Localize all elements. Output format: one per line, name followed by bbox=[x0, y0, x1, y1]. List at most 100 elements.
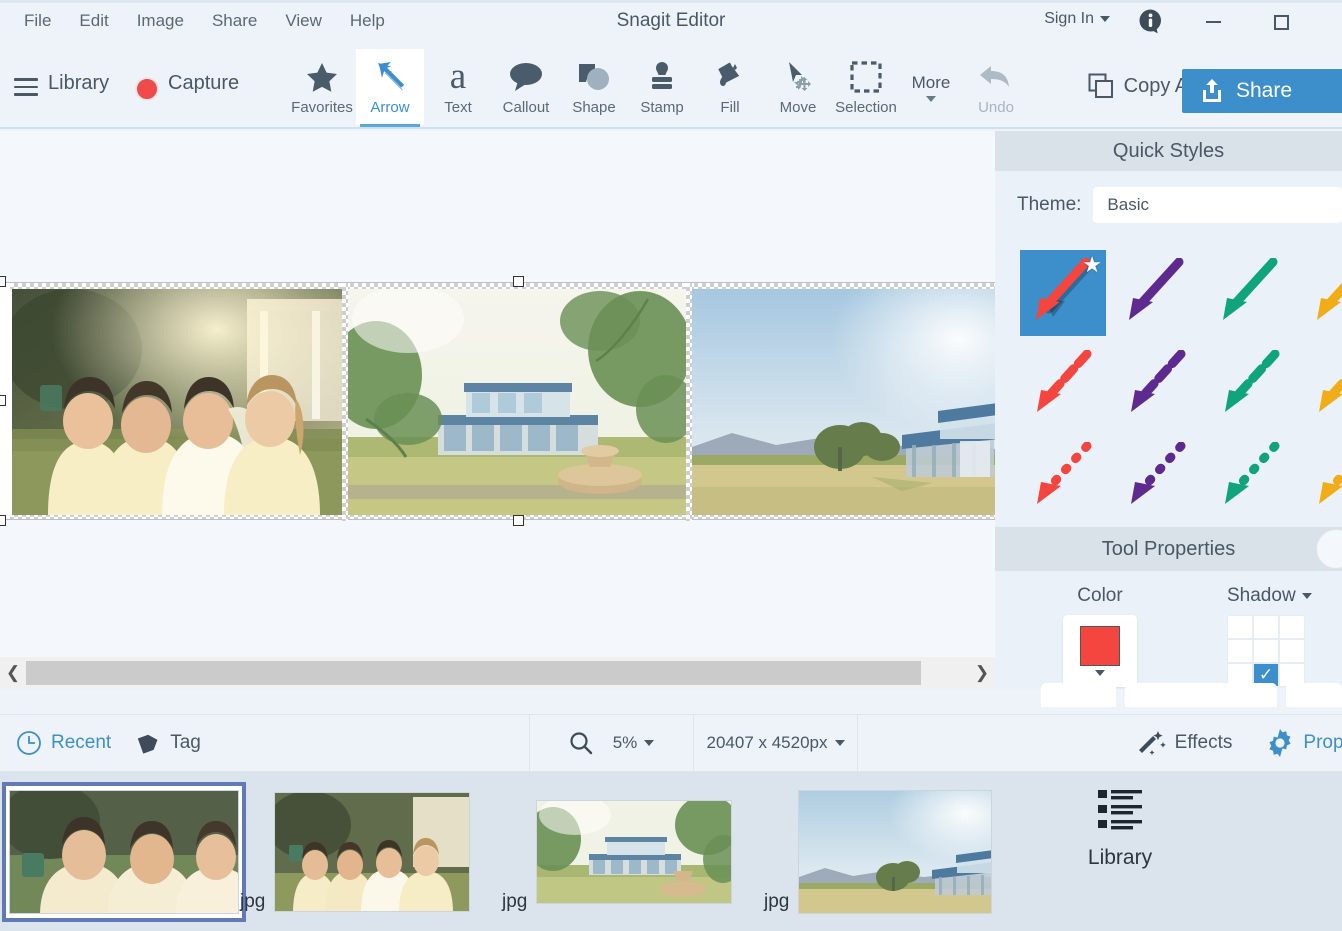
tool-arrow[interactable]: Arrow bbox=[356, 49, 424, 127]
canvas-area[interactable]: ❮ ❯ bbox=[0, 131, 995, 689]
more-tools-button[interactable]: More bbox=[900, 49, 962, 125]
canvas-photo-pavilion bbox=[348, 289, 686, 515]
shadow-cell-middle-center[interactable] bbox=[1253, 639, 1279, 663]
minimize-button[interactable] bbox=[1190, 8, 1236, 36]
filmstrip-item-3-ext: jpg bbox=[502, 890, 528, 912]
quick-style-dotted-red[interactable] bbox=[1017, 431, 1111, 523]
arrow-swatch-icon bbox=[1037, 350, 1092, 412]
quick-style-dotted-teal[interactable] bbox=[1205, 431, 1299, 523]
quick-style-solid-gold[interactable] bbox=[1297, 247, 1342, 339]
scrollbar-track[interactable] bbox=[26, 661, 969, 685]
arrow-swatch-icon bbox=[1129, 258, 1184, 320]
quick-style-dashed-teal[interactable] bbox=[1205, 339, 1299, 431]
clock-icon bbox=[17, 731, 41, 755]
capture-record-icon[interactable] bbox=[135, 77, 159, 101]
menu-file[interactable]: File bbox=[10, 8, 65, 34]
undo-button[interactable]: Undo bbox=[962, 49, 1030, 125]
scroll-right-arrow[interactable]: ❯ bbox=[969, 663, 995, 683]
filmstrip-item-4[interactable]: jpg bbox=[764, 787, 1028, 917]
canvas-horizontal-scrollbar[interactable]: ❮ ❯ bbox=[0, 657, 995, 689]
list-icon bbox=[1098, 790, 1142, 830]
hamburger-menu-icon[interactable] bbox=[14, 78, 38, 101]
move-cursor-icon bbox=[781, 57, 815, 97]
shadow-cell-top-left[interactable] bbox=[1227, 615, 1253, 639]
tag-button[interactable]: Tag bbox=[137, 731, 201, 755]
info-icon[interactable] bbox=[1137, 8, 1164, 35]
shadow-cell-middle-left[interactable] bbox=[1227, 639, 1253, 663]
tool-selection[interactable]: Selection bbox=[832, 49, 900, 125]
filmstrip-item-2[interactable]: jpg bbox=[240, 787, 506, 917]
quick-style-solid-purple[interactable] bbox=[1109, 247, 1203, 339]
quick-style-dashed-red[interactable] bbox=[1017, 339, 1111, 431]
quick-style-dotted-purple[interactable] bbox=[1111, 431, 1205, 523]
quick-style-solid-red[interactable]: ★ bbox=[1020, 250, 1106, 336]
menu-share[interactable]: Share bbox=[198, 8, 271, 34]
magic-wand-icon bbox=[1138, 731, 1166, 755]
tool-move[interactable]: Move bbox=[764, 49, 832, 125]
property-control-3[interactable] bbox=[1285, 683, 1342, 707]
menu-view[interactable]: View bbox=[271, 8, 336, 34]
tool-callout[interactable]: Callout bbox=[492, 49, 560, 125]
dimensions-control[interactable]: 20407 x 4520px bbox=[694, 733, 857, 753]
selection-handle-middle-left[interactable] bbox=[0, 395, 6, 406]
tool-text-label: Text bbox=[444, 99, 472, 116]
search-icon[interactable] bbox=[569, 731, 593, 755]
quick-style-dashed-gold[interactable] bbox=[1299, 339, 1342, 431]
effects-label: Effects bbox=[1174, 732, 1233, 753]
tool-shape[interactable]: Shape bbox=[560, 49, 628, 125]
image-canvas[interactable] bbox=[0, 282, 995, 521]
arrow-swatch-icon bbox=[1225, 442, 1280, 504]
quick-style-dashed-purple[interactable] bbox=[1111, 339, 1205, 431]
chevron-down-icon[interactable] bbox=[1301, 593, 1312, 599]
properties-button[interactable]: Properties bbox=[1266, 729, 1342, 757]
property-control-1[interactable] bbox=[1041, 683, 1116, 707]
callout-bubble-icon bbox=[508, 57, 544, 97]
arrow-swatch-icon bbox=[1131, 442, 1186, 504]
shadow-cell-top-center[interactable] bbox=[1253, 615, 1279, 639]
scrollbar-thumb[interactable] bbox=[26, 661, 921, 685]
property-control-2[interactable] bbox=[1124, 683, 1277, 707]
properties-label: Properties bbox=[1303, 732, 1342, 753]
tool-fill[interactable]: Fill bbox=[696, 49, 764, 125]
toolbar-capture-button[interactable]: Capture bbox=[168, 72, 239, 95]
maximize-button[interactable] bbox=[1258, 8, 1304, 36]
menu-help[interactable]: Help bbox=[336, 8, 399, 34]
theme-select[interactable]: Basic bbox=[1093, 187, 1342, 223]
shadow-direction-grid[interactable]: ✓ bbox=[1227, 615, 1305, 687]
minimize-icon bbox=[1205, 21, 1221, 23]
zoom-dropdown[interactable]: 5% bbox=[613, 733, 655, 753]
quick-style-solid-teal[interactable] bbox=[1203, 247, 1297, 339]
tool-favorites[interactable]: Favorites bbox=[288, 49, 356, 125]
selection-handle-bottom-left[interactable] bbox=[0, 515, 6, 526]
menu-image[interactable]: Image bbox=[123, 8, 198, 34]
selection-handle-top-left[interactable] bbox=[0, 276, 6, 287]
sign-in-dropdown[interactable]: Sign In bbox=[1044, 10, 1110, 28]
selection-handle-top-center[interactable] bbox=[513, 276, 524, 287]
window-top-edge bbox=[0, 0, 1342, 3]
color-picker-button[interactable] bbox=[1063, 615, 1137, 687]
menu-edit[interactable]: Edit bbox=[65, 8, 122, 34]
chevron-down-icon bbox=[926, 96, 936, 102]
tool-stamp[interactable]: Stamp bbox=[628, 49, 696, 125]
quick-style-dotted-gold[interactable] bbox=[1299, 431, 1342, 523]
toolbar-library-button[interactable]: Library bbox=[48, 72, 109, 95]
filmstrip-item-selected[interactable] bbox=[2, 781, 246, 922]
effects-button[interactable]: Effects bbox=[1138, 729, 1233, 757]
filmstrip-item-3[interactable]: jpg bbox=[502, 787, 768, 917]
shadow-cell-top-right[interactable] bbox=[1279, 615, 1305, 639]
tool-shape-label: Shape bbox=[572, 99, 616, 116]
tool-text[interactable]: a Text bbox=[424, 49, 492, 125]
arrow-swatch-icon bbox=[1225, 350, 1280, 412]
shadow-cell-middle-right[interactable] bbox=[1279, 639, 1305, 663]
library-button[interactable]: Library bbox=[1060, 786, 1180, 870]
zoom-control[interactable]: 5% bbox=[530, 731, 693, 755]
selection-handle-bottom-center[interactable] bbox=[513, 515, 524, 526]
undo-arrow-icon bbox=[978, 57, 1014, 97]
thumbnail-landscape bbox=[798, 789, 992, 914]
copy-all-button[interactable]: Copy All bbox=[1088, 73, 1197, 99]
scroll-left-arrow[interactable]: ❮ bbox=[0, 663, 26, 683]
recent-button[interactable]: Recent bbox=[16, 730, 111, 756]
dimensions-dropdown[interactable]: 20407 x 4520px bbox=[707, 733, 845, 753]
share-button[interactable]: Share bbox=[1182, 69, 1342, 113]
chevron-down-icon bbox=[1095, 670, 1105, 676]
